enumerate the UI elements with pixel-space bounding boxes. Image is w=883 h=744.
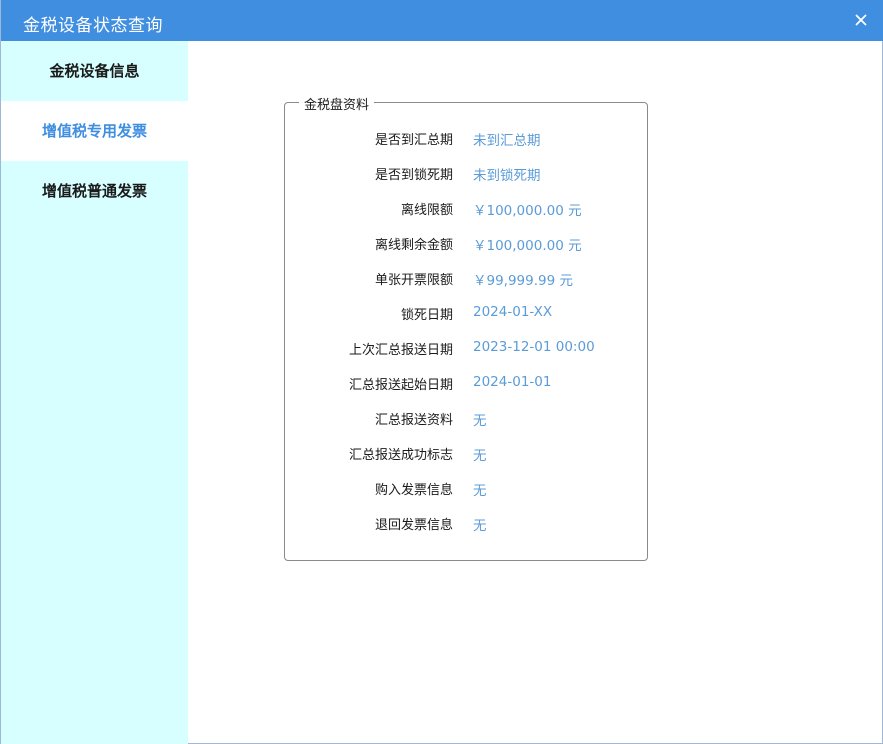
row-label: 汇总报送资料: [374, 413, 453, 428]
row-label: 购入发票信息: [374, 483, 453, 498]
row-value: 2024-01-XX: [473, 304, 553, 320]
info-row-summary-success-flag: 汇总报送成功标志 无: [285, 444, 647, 464]
row-label: 是否到锁死期: [374, 168, 453, 183]
tax-disk-info-group: 金税盘资料 是否到汇总期 未到汇总期 是否到锁死期 未到锁死期 离线限额 ￥10…: [284, 94, 648, 561]
row-value: ￥99,999.99 元: [473, 273, 573, 289]
row-value: ￥100,000.00 元: [473, 238, 582, 254]
info-row-lock-date: 锁死日期 2024-01-XX: [285, 304, 647, 324]
row-label: 锁死日期: [400, 308, 453, 323]
info-row-last-summary-date: 上次汇总报送日期 2023-12-01 00:00: [285, 339, 647, 359]
row-value: 无: [473, 413, 487, 429]
info-row-lock-period: 是否到锁死期 未到锁死期: [285, 164, 647, 184]
row-value: 无: [473, 448, 487, 464]
info-row-summary-data: 汇总报送资料 无: [285, 409, 647, 429]
sidebar-item-label: 金税设备信息: [49, 62, 140, 80]
row-value: 未到锁死期: [473, 168, 541, 184]
info-row-single-invoice-limit: 单张开票限额 ￥99,999.99 元: [285, 269, 647, 289]
row-label: 上次汇总报送日期: [348, 343, 453, 358]
row-label: 汇总报送成功标志: [348, 448, 453, 463]
row-label: 退回发票信息: [374, 518, 453, 533]
sidebar-item-device-info[interactable]: 金税设备信息: [1, 41, 188, 101]
title-bar: 金税设备状态查询: [1, 0, 883, 41]
row-label: 是否到汇总期: [374, 133, 453, 148]
info-row-summary-start-date: 汇总报送起始日期 2024-01-01: [285, 374, 647, 394]
sidebar-item-general-invoice[interactable]: 增值税普通发票: [1, 161, 188, 221]
row-label: 汇总报送起始日期: [348, 378, 453, 393]
sidebar-item-label: 增值税专用发票: [41, 122, 147, 140]
info-row-offline-remaining: 离线剩余金额 ￥100,000.00 元: [285, 234, 647, 254]
row-label: 单张开票限额: [374, 273, 453, 288]
row-value: 2024-01-01: [473, 374, 552, 390]
row-value: 未到汇总期: [473, 133, 541, 149]
window-title: 金税设备状态查询: [23, 16, 163, 36]
row-value: ￥100,000.00 元: [473, 203, 582, 219]
sidebar-item-label: 增值税普通发票: [41, 182, 147, 200]
row-value: 无: [473, 518, 487, 534]
row-label: 离线剩余金额: [374, 238, 453, 253]
row-label: 离线限额: [400, 203, 453, 218]
app-window: 金税设备状态查询 金税设备信息 增值税专用发票 增值税普通发票 金税盘资料 是否…: [0, 0, 883, 744]
info-row-summary-period: 是否到汇总期 未到汇总期: [285, 129, 647, 149]
info-row-returned-invoices: 退回发票信息 无: [285, 514, 647, 534]
close-button[interactable]: [852, 11, 870, 29]
row-value: 2023-12-01 00:00: [473, 339, 595, 355]
row-value: 无: [473, 483, 487, 499]
sidebar-item-special-invoice[interactable]: 增值税专用发票: [1, 101, 188, 161]
info-row-purchased-invoices: 购入发票信息 无: [285, 479, 647, 499]
close-icon: [855, 14, 867, 26]
group-title: 金税盘资料: [299, 94, 375, 113]
info-row-offline-limit: 离线限额 ￥100,000.00 元: [285, 199, 647, 219]
sidebar: 金税设备信息 增值税专用发票 增值税普通发票: [1, 41, 188, 744]
